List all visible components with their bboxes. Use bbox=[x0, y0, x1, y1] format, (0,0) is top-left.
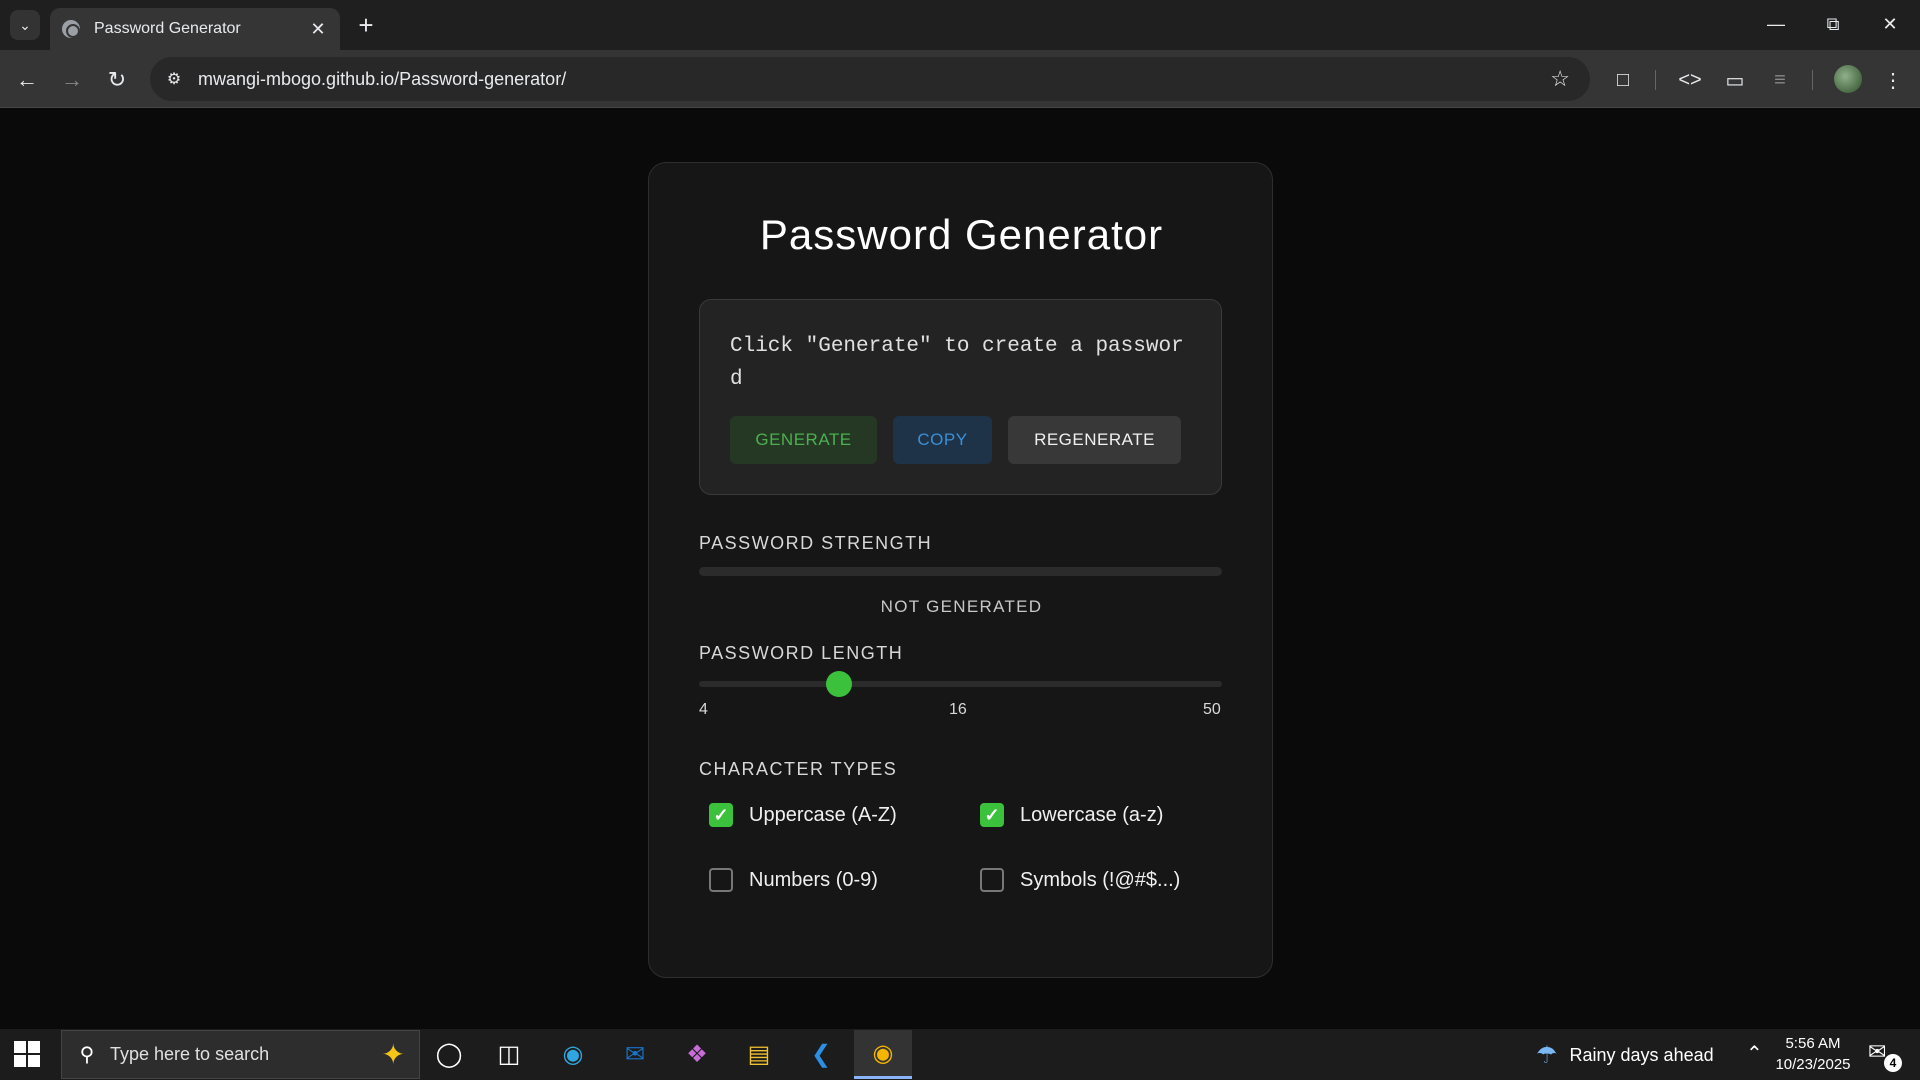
reload-button[interactable]: ↻ bbox=[101, 64, 133, 96]
cortana-icon[interactable]: ◯ bbox=[420, 1030, 478, 1079]
restore-button[interactable]: ⧉ bbox=[1813, 8, 1853, 40]
toolbar-divider bbox=[1812, 70, 1813, 90]
uppercase-option[interactable]: ✓ Uppercase (A-Z) bbox=[709, 803, 897, 827]
extensions-icon[interactable]: □ bbox=[1607, 64, 1639, 96]
strength-label: PASSWORD STRENGTH bbox=[699, 533, 933, 553]
strength-status: NOT GENERATED bbox=[880, 597, 1043, 616]
forward-button[interactable]: → bbox=[56, 64, 88, 96]
url-text[interactable]: mwangi-mbogo.github.io/Password-generato… bbox=[198, 69, 1550, 90]
uppercase-label[interactable]: Uppercase (A-Z) bbox=[749, 804, 897, 827]
length-slider[interactable] bbox=[699, 681, 1222, 687]
page-title: Password Generator bbox=[759, 211, 1164, 258]
tab-search-button[interactable]: ⌄ bbox=[10, 10, 40, 40]
notification-count: 4 bbox=[1884, 1054, 1902, 1072]
lowercase-option[interactable]: ✓ Lowercase (a-z) bbox=[980, 803, 1163, 827]
tab-title: Password Generator bbox=[94, 20, 241, 37]
close-window-button[interactable]: ✕ bbox=[1870, 8, 1910, 40]
taskbar: ⚲ Type here to search ✦ ◯ ◫ ◉ ✉ ❖ ▤ ❮ ◉ … bbox=[0, 1029, 1920, 1080]
page-content: Password Generator Click "Generate" to c… bbox=[0, 109, 1920, 1029]
length-min: 4 bbox=[699, 701, 708, 718]
file-explorer-icon[interactable]: ▤ bbox=[730, 1030, 788, 1079]
close-tab-icon[interactable]: ✕ bbox=[308, 19, 328, 40]
sparkle-icon: ✦ bbox=[381, 1039, 405, 1070]
length-label: PASSWORD LENGTH bbox=[699, 643, 904, 663]
site-info-icon[interactable]: ⚙ bbox=[162, 67, 186, 91]
globe-icon bbox=[62, 20, 80, 38]
cast-icon[interactable]: ▭ bbox=[1719, 64, 1751, 96]
taskbar-search[interactable]: ⚲ Type here to search ✦ bbox=[61, 1030, 420, 1079]
toolbar-divider bbox=[1655, 70, 1656, 90]
regenerate-button[interactable]: REGENERATE bbox=[1008, 416, 1181, 464]
password-output-box: Click "Generate" to create a password GE… bbox=[699, 299, 1222, 495]
browser-toolbar: ← → ↻ ⚙ mwangi-mbogo.github.io/Password-… bbox=[0, 50, 1920, 108]
weather-widget[interactable]: ☂ Rainy days ahead bbox=[1536, 1041, 1714, 1070]
copy-button[interactable]: COPY bbox=[893, 416, 992, 464]
task-view-icon[interactable]: ◫ bbox=[480, 1030, 538, 1079]
profile-avatar[interactable] bbox=[1834, 65, 1862, 93]
minimize-button[interactable]: — bbox=[1756, 8, 1796, 40]
bookmark-star-icon[interactable]: ☆ bbox=[1550, 66, 1570, 92]
menu-icon[interactable]: ⋮ bbox=[1877, 64, 1909, 96]
generator-card: Password Generator Click "Generate" to c… bbox=[648, 162, 1273, 978]
windows-start-button[interactable] bbox=[14, 1041, 40, 1067]
symbols-checkbox[interactable] bbox=[980, 868, 1004, 892]
numbers-label[interactable]: Numbers (0-9) bbox=[749, 869, 878, 892]
vscode-icon[interactable]: ❮ bbox=[792, 1030, 850, 1079]
umbrella-icon: ☂ bbox=[1536, 1042, 1558, 1069]
length-max: 50 bbox=[1203, 701, 1221, 718]
uppercase-checkbox[interactable]: ✓ bbox=[709, 803, 733, 827]
character-types-label: CHARACTER TYPES bbox=[699, 759, 898, 779]
numbers-option[interactable]: Numbers (0-9) bbox=[709, 868, 878, 892]
new-tab-button[interactable]: + bbox=[352, 10, 380, 40]
checkmark-icon: ✓ bbox=[984, 804, 1000, 825]
strength-bar bbox=[699, 567, 1222, 576]
browser-tab[interactable]: Password Generator ✕ bbox=[50, 8, 340, 50]
lowercase-checkbox[interactable]: ✓ bbox=[980, 803, 1004, 827]
edge-icon[interactable]: ◉ bbox=[544, 1030, 602, 1079]
password-output[interactable]: Click "Generate" to create a password bbox=[730, 330, 1190, 396]
copilot-icon[interactable]: ❖ bbox=[668, 1030, 726, 1079]
numbers-checkbox[interactable] bbox=[709, 868, 733, 892]
checkmark-icon: ✓ bbox=[713, 804, 729, 825]
translate-icon[interactable]: ≡ bbox=[1764, 64, 1796, 96]
browser-tab-bar: ⌄ Password Generator ✕ + — ⧉ ✕ bbox=[0, 0, 1920, 50]
symbols-label[interactable]: Symbols (!@#$...) bbox=[1020, 869, 1180, 892]
clock[interactable]: 5:56 AM 10/23/2025 bbox=[1774, 1033, 1852, 1075]
lowercase-label[interactable]: Lowercase (a-z) bbox=[1020, 804, 1163, 827]
length-value: 16 bbox=[949, 701, 967, 718]
generate-button[interactable]: GENERATE bbox=[730, 416, 877, 464]
outlook-icon[interactable]: ✉ bbox=[606, 1030, 664, 1079]
symbols-option[interactable]: Symbols (!@#$...) bbox=[980, 868, 1180, 892]
weather-text: Rainy days ahead bbox=[1569, 1045, 1714, 1065]
length-slider-thumb[interactable] bbox=[826, 671, 853, 697]
clock-time: 5:56 AM bbox=[1785, 1035, 1841, 1052]
code-icon[interactable]: <> bbox=[1674, 64, 1706, 96]
search-icon: ⚲ bbox=[79, 1044, 95, 1066]
chevron-up-icon[interactable]: ⌃ bbox=[1746, 1041, 1763, 1066]
search-placeholder[interactable]: Type here to search bbox=[110, 1044, 382, 1065]
chrome-icon[interactable]: ◉ bbox=[854, 1030, 912, 1079]
clock-date: 10/23/2025 bbox=[1775, 1056, 1851, 1073]
back-button[interactable]: ← bbox=[11, 64, 43, 96]
chevron-down-icon: ⌄ bbox=[19, 16, 31, 33]
address-bar[interactable]: ⚙ mwangi-mbogo.github.io/Password-genera… bbox=[150, 57, 1590, 101]
